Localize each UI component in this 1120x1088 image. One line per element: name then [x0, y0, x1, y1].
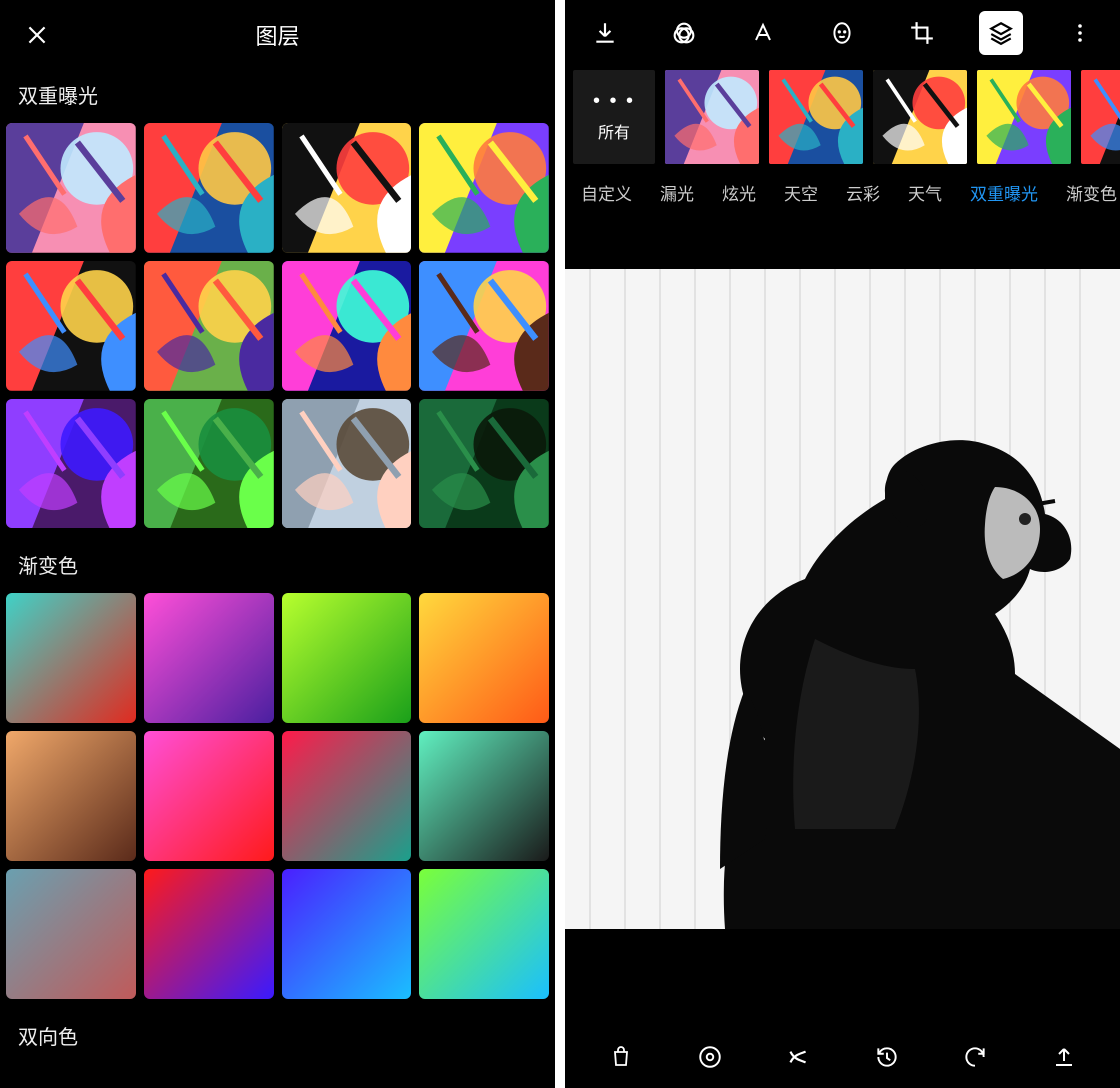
gradient-grid	[0, 593, 555, 998]
gradient-tile[interactable]	[144, 731, 274, 861]
preset-thumb[interactable]	[769, 70, 863, 164]
layers-icon[interactable]	[979, 11, 1023, 55]
ellipsis-icon: • • •	[593, 91, 635, 111]
preset-thumb[interactable]	[665, 70, 759, 164]
preset-thumb[interactable]	[873, 70, 967, 164]
exposure-tile[interactable]	[282, 261, 412, 391]
preset-all-label: 所有	[598, 119, 630, 143]
category-tab[interactable]: 渐变色	[1066, 180, 1117, 205]
focus-icon[interactable]	[690, 1037, 730, 1077]
download-icon[interactable]	[583, 11, 627, 55]
editor-canvas[interactable]	[565, 219, 1120, 979]
gradient-tile[interactable]	[419, 869, 549, 999]
gradient-tile[interactable]	[144, 593, 274, 723]
more-icon[interactable]	[1058, 11, 1102, 55]
exposure-tile[interactable]	[144, 261, 274, 391]
section-gradient-label: 渐变色	[0, 528, 555, 593]
category-tab[interactable]: 云彩	[846, 180, 880, 205]
exposure-tile[interactable]	[419, 261, 549, 391]
exposure-tile[interactable]	[419, 399, 549, 529]
exposure-tile[interactable]	[6, 399, 136, 529]
rgb-icon[interactable]	[662, 11, 706, 55]
category-tab[interactable]: 漏光	[660, 180, 694, 205]
gradient-tile[interactable]	[6, 731, 136, 861]
editor-panel: • • • 所有	[565, 0, 1120, 1088]
category-tab[interactable]: 炫光	[722, 180, 756, 205]
category-tab[interactable]: 双重曝光	[970, 180, 1038, 205]
gradient-tile[interactable]	[282, 869, 412, 999]
double-exposure-grid	[0, 123, 555, 528]
exposure-tile[interactable]	[419, 123, 549, 253]
gradient-tile[interactable]	[144, 869, 274, 999]
upload-icon[interactable]	[1044, 1037, 1084, 1077]
crop-icon[interactable]	[900, 11, 944, 55]
history-icon[interactable]	[867, 1037, 907, 1077]
close-icon[interactable]	[20, 18, 54, 52]
exposure-tile[interactable]	[6, 123, 136, 253]
shop-icon[interactable]	[601, 1037, 641, 1077]
gradient-tile[interactable]	[6, 593, 136, 723]
exposure-tile[interactable]	[6, 261, 136, 391]
gradient-tile[interactable]	[419, 593, 549, 723]
text-icon[interactable]	[741, 11, 785, 55]
section-duotone-label: 双向色	[0, 999, 555, 1064]
gradient-tile[interactable]	[282, 731, 412, 861]
category-tabs: 自定义 漏光 炫光 天空 云彩 天气 双重曝光 渐变色	[565, 174, 1120, 219]
gradient-tile[interactable]	[6, 869, 136, 999]
gradient-tile[interactable]	[419, 731, 549, 861]
layers-panel: 图层 双重曝光	[0, 0, 555, 1088]
magic-icon[interactable]	[778, 1037, 818, 1077]
category-tab[interactable]: 天气	[908, 180, 942, 205]
face-icon[interactable]	[820, 11, 864, 55]
undo-icon[interactable]	[955, 1037, 995, 1077]
top-toolbar	[565, 0, 1120, 66]
exposure-tile[interactable]	[144, 123, 274, 253]
preset-thumb[interactable]	[1081, 70, 1120, 164]
exposure-tile[interactable]	[144, 399, 274, 529]
bottom-toolbar	[565, 1026, 1120, 1088]
exposure-tile[interactable]	[282, 123, 412, 253]
left-header: 图层	[0, 0, 555, 70]
section-double-exposure-label: 双重曝光	[0, 70, 555, 123]
category-tab[interactable]: 天空	[784, 180, 818, 205]
preset-all-button[interactable]: • • • 所有	[573, 70, 655, 164]
page-title: 图层	[255, 19, 299, 51]
preset-thumb[interactable]	[977, 70, 1071, 164]
exposure-tile[interactable]	[282, 399, 412, 529]
gradient-tile[interactable]	[282, 593, 412, 723]
category-tab[interactable]: 自定义	[581, 180, 632, 205]
preset-thumbnails-row: • • • 所有	[565, 66, 1120, 174]
